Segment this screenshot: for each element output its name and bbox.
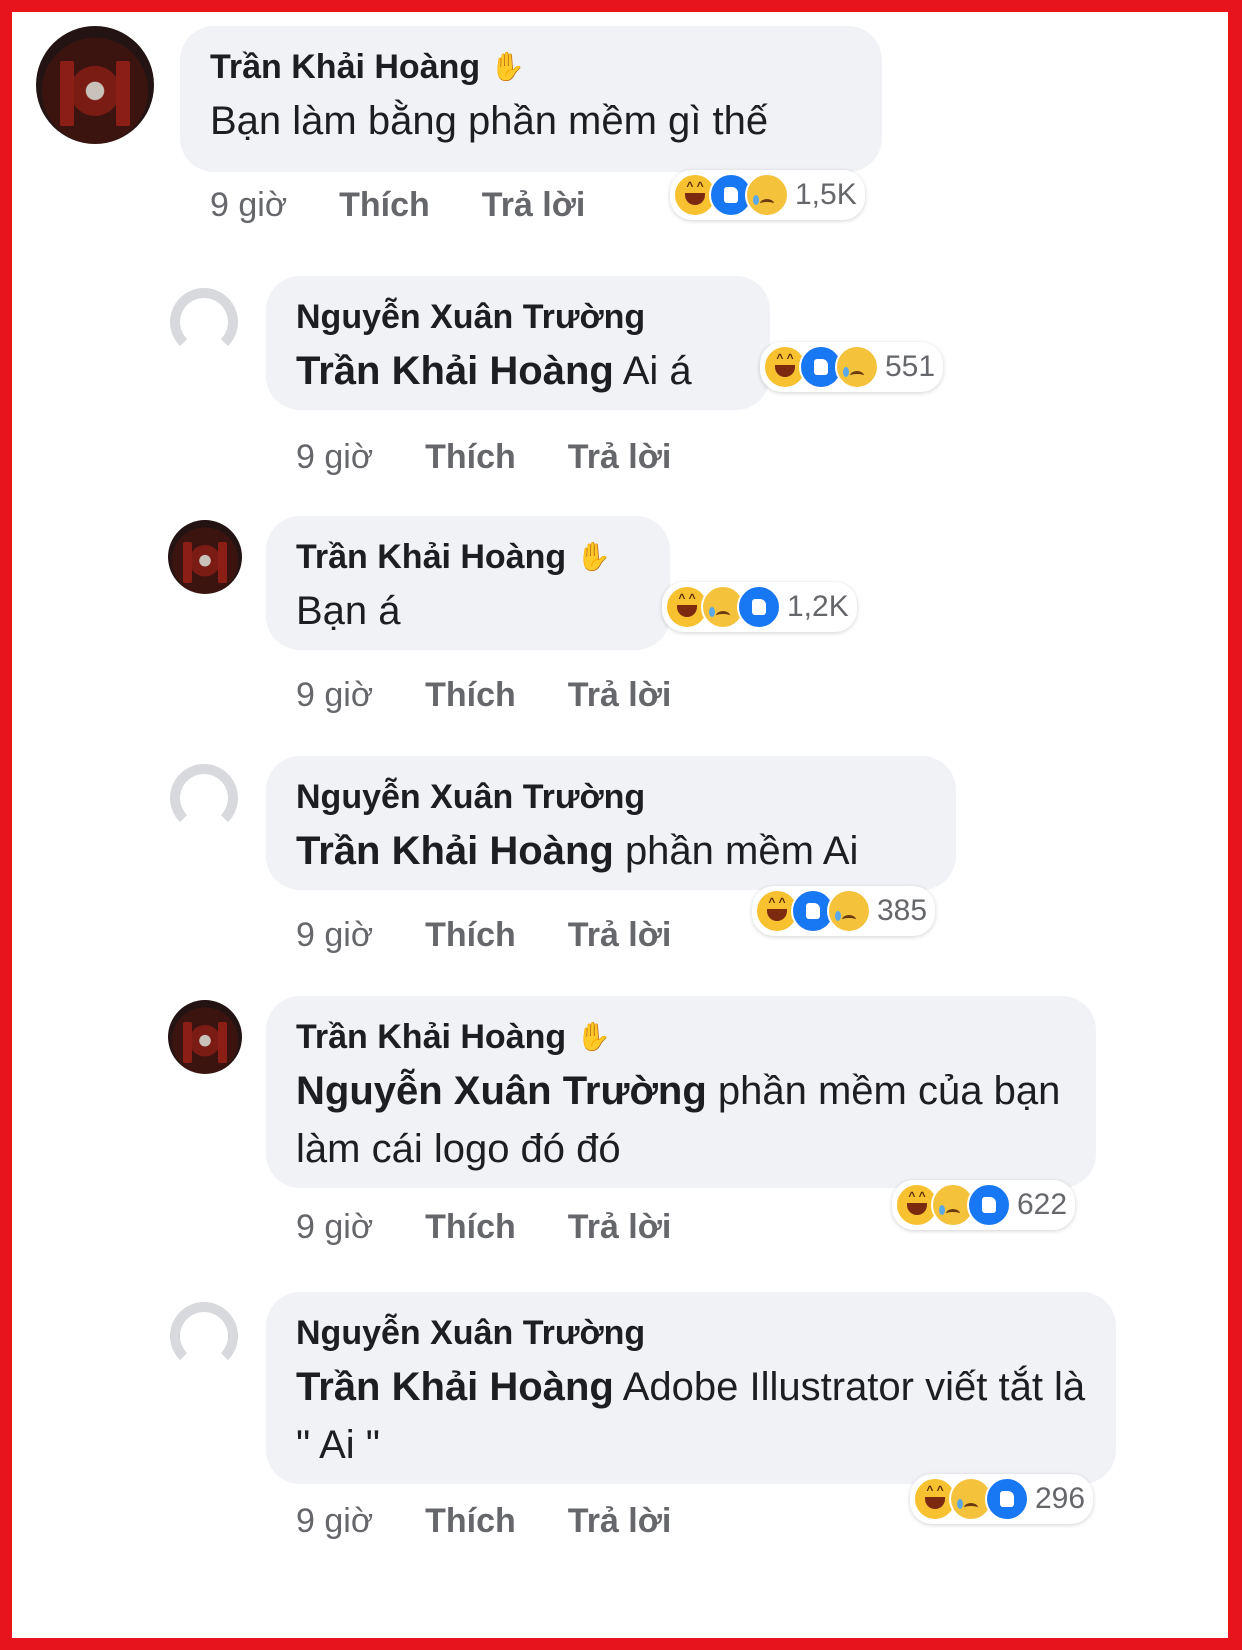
sad-icon: [835, 345, 879, 389]
reaction-count: 385: [877, 894, 928, 927]
timestamp[interactable]: 9 giờ: [296, 438, 373, 477]
sad-icon: [827, 889, 871, 933]
comment-bubble: Trần Khải Hoàng ✋ Nguyễn Xuân Trường phầ…: [266, 996, 1096, 1188]
timestamp[interactable]: 9 giờ: [296, 676, 373, 715]
comment-bubble: Trần Khải Hoàng ✋ Bạn á: [266, 516, 670, 650]
reaction-summary[interactable]: 551: [760, 342, 944, 392]
hand-icon: ✋: [576, 541, 612, 572]
comment-actions: 9 giờ Thích Trả lời: [296, 438, 671, 477]
reaction-summary[interactable]: 385: [752, 886, 936, 936]
comment-bubble: Trần Khải Hoàng ✋ Bạn làm bằng phần mềm …: [180, 26, 882, 172]
avatar[interactable]: [36, 26, 154, 144]
comment-text: Nguyễn Xuân Trường phần mềm của bạn làm …: [296, 1069, 1061, 1171]
comment-bubble: Nguyễn Xuân Trường Trần Khải Hoàng Ai á: [266, 276, 770, 410]
reply-button[interactable]: Trả lời: [568, 1502, 672, 1541]
avatar[interactable]: [164, 758, 244, 838]
timestamp[interactable]: 9 giờ: [296, 1208, 373, 1247]
like-icon: [985, 1477, 1029, 1521]
reply-button[interactable]: Trả lời: [482, 186, 586, 225]
reaction-count: 622: [1017, 1188, 1068, 1221]
reply-button[interactable]: Trả lời: [568, 438, 672, 477]
reaction-summary[interactable]: 622: [892, 1180, 1076, 1230]
like-button[interactable]: Thích: [425, 676, 516, 715]
like-button[interactable]: Thích: [425, 438, 516, 477]
reaction-summary[interactable]: 1,5K: [670, 170, 865, 220]
timestamp[interactable]: 9 giờ: [296, 916, 373, 955]
comment-thread: Trần Khải Hoàng ✋ Bạn làm bằng phần mềm …: [12, 12, 1228, 1638]
mention-link[interactable]: Nguyễn Xuân Trường: [296, 1069, 707, 1113]
mention-link[interactable]: Trần Khải Hoàng: [296, 1365, 614, 1409]
reaction-count: 1,5K: [795, 178, 857, 211]
avatar-placeholder-icon: [170, 1302, 238, 1370]
avatar[interactable]: [168, 1000, 242, 1074]
avatar[interactable]: [164, 1296, 244, 1376]
author-name[interactable]: Trần Khải Hoàng ✋: [210, 48, 852, 86]
comment-actions: 9 giờ Thích Trả lời: [296, 1502, 671, 1541]
comment-bubble: Nguyễn Xuân Trường Trần Khải Hoàng phần …: [266, 756, 956, 890]
comment-bubble: Nguyễn Xuân Trường Trần Khải Hoàng Adobe…: [266, 1292, 1116, 1484]
comment-text: Bạn làm bằng phần mềm gì thế: [210, 99, 769, 143]
reaction-count: 551: [885, 350, 936, 383]
author-name[interactable]: Nguyễn Xuân Trường: [296, 778, 926, 816]
reaction-summary[interactable]: 296: [910, 1474, 1094, 1524]
hand-icon: ✋: [576, 1021, 612, 1052]
author-name[interactable]: Trần Khải Hoàng ✋: [296, 538, 640, 576]
comment-text: Trần Khải Hoàng phần mềm Ai: [296, 829, 859, 873]
comment-text: Trần Khải Hoàng Ai á: [296, 349, 692, 393]
mention-link[interactable]: Trần Khải Hoàng: [296, 829, 614, 873]
avatar[interactable]: [164, 282, 244, 362]
comment-actions: 9 giờ Thích Trả lời: [296, 916, 671, 955]
like-icon: [967, 1183, 1011, 1227]
author-name[interactable]: Nguyễn Xuân Trường: [296, 298, 740, 336]
like-button[interactable]: Thích: [425, 916, 516, 955]
comment-text: Bạn á: [296, 589, 401, 633]
comment-actions: 9 giờ Thích Trả lời: [296, 676, 671, 715]
author-name[interactable]: Nguyễn Xuân Trường: [296, 1314, 1086, 1352]
like-button[interactable]: Thích: [425, 1208, 516, 1247]
comment-actions: 9 giờ Thích Trả lời: [210, 186, 585, 225]
reaction-count: 1,2K: [787, 590, 849, 623]
hand-icon: ✋: [490, 51, 526, 82]
timestamp[interactable]: 9 giờ: [210, 186, 287, 225]
reaction-count: 296: [1035, 1482, 1086, 1515]
comment-text: Trần Khải Hoàng Adobe Illustrator viết t…: [296, 1365, 1086, 1467]
avatar-placeholder-icon: [170, 288, 238, 356]
sad-icon: [745, 173, 789, 217]
comment-actions: 9 giờ Thích Trả lời: [296, 1208, 671, 1247]
reaction-summary[interactable]: 1,2K: [662, 582, 857, 632]
like-icon: [737, 585, 781, 629]
avatar-placeholder-icon: [170, 764, 238, 832]
author-name[interactable]: Trần Khải Hoàng ✋: [296, 1018, 1066, 1056]
like-button[interactable]: Thích: [425, 1502, 516, 1541]
reply-button[interactable]: Trả lời: [568, 676, 672, 715]
timestamp[interactable]: 9 giờ: [296, 1502, 373, 1541]
avatar[interactable]: [168, 520, 242, 594]
reply-button[interactable]: Trả lời: [568, 1208, 672, 1247]
redaction-patch: [1108, 12, 1228, 64]
reply-button[interactable]: Trả lời: [568, 916, 672, 955]
like-button[interactable]: Thích: [339, 186, 430, 225]
mention-link[interactable]: Trần Khải Hoàng: [296, 349, 614, 393]
